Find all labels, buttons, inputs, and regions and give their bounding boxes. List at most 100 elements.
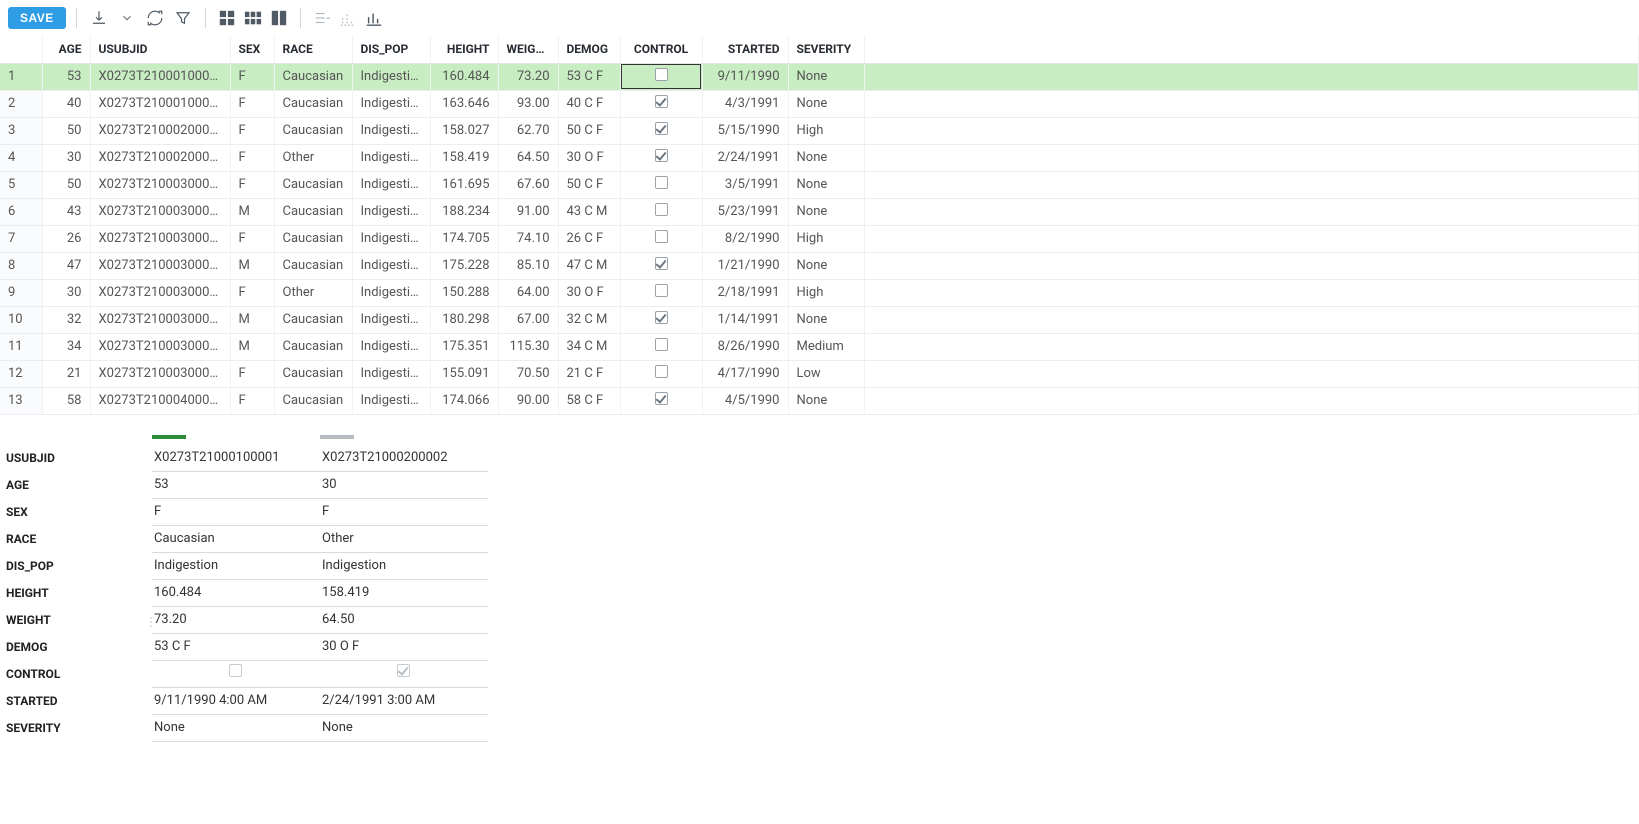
cell-started[interactable]: 8/26/1990 [702, 333, 788, 360]
cell-height[interactable]: 175.351 [430, 333, 498, 360]
cell-demog[interactable]: 53 C F [558, 63, 620, 90]
cell-weight[interactable]: 90.00 [498, 387, 558, 414]
cell-severity[interactable]: None [788, 63, 864, 90]
detail-cell[interactable]: Caucasian [152, 526, 320, 553]
row-number[interactable]: 8 [0, 252, 42, 279]
detail-cell[interactable] [152, 661, 320, 688]
cell-sex[interactable]: F [230, 279, 274, 306]
cell-control[interactable] [620, 171, 702, 198]
cell-started[interactable]: 8/2/1990 [702, 225, 788, 252]
detail-cell[interactable]: 64.50 [320, 607, 488, 634]
cell-race[interactable]: Other [274, 144, 352, 171]
cell-control[interactable] [620, 333, 702, 360]
cell-age[interactable]: 58 [42, 387, 90, 414]
layout-grid-3x2-icon[interactable] [242, 7, 264, 29]
cell-severity[interactable]: None [788, 90, 864, 117]
cell-race[interactable]: Caucasian [274, 225, 352, 252]
bar-chart-icon[interactable] [363, 7, 385, 29]
cell-severity[interactable]: High [788, 117, 864, 144]
cell-dispop[interactable]: Indigestion [352, 171, 430, 198]
cell-usubjid[interactable]: X0273T21000200002 [90, 144, 230, 171]
cell-sex[interactable]: F [230, 117, 274, 144]
detail-cell[interactable]: 158.419 [320, 580, 488, 607]
cell-dispop[interactable]: Indigestion [352, 225, 430, 252]
cell-height[interactable]: 188.234 [430, 198, 498, 225]
cell-age[interactable]: 40 [42, 90, 90, 117]
cell-blank[interactable] [864, 117, 1639, 144]
table-row[interactable]: 240X0273T21000100002FCaucasianIndigestio… [0, 90, 1639, 117]
cell-sex[interactable]: M [230, 306, 274, 333]
cell-dispop[interactable]: Indigestion [352, 333, 430, 360]
cell-blank[interactable] [864, 144, 1639, 171]
save-button[interactable]: SAVE [8, 7, 66, 29]
cell-severity[interactable]: Medium [788, 333, 864, 360]
cell-usubjid[interactable]: X0273T21000300003 [90, 225, 230, 252]
col-dispop[interactable]: DIS_POP [352, 36, 430, 63]
cell-weight[interactable]: 73.20 [498, 63, 558, 90]
table-row[interactable]: 550X0273T21000300001FCaucasianIndigestio… [0, 171, 1639, 198]
detail-cell[interactable]: None [152, 715, 320, 742]
cell-started[interactable]: 3/5/1991 [702, 171, 788, 198]
cell-age[interactable]: 34 [42, 333, 90, 360]
checkbox-icon[interactable] [655, 257, 668, 270]
cell-weight[interactable]: 115.30 [498, 333, 558, 360]
table-row[interactable]: 153X0273T21000100001FCaucasianIndigestio… [0, 63, 1639, 90]
cell-usubjid[interactable]: X0273T21000300006 [90, 306, 230, 333]
cell-usubjid[interactable]: X0273T21000400001 [90, 387, 230, 414]
cell-height[interactable]: 175.228 [430, 252, 498, 279]
row-number[interactable]: 12 [0, 360, 42, 387]
cell-sex[interactable]: F [230, 63, 274, 90]
cell-severity[interactable]: None [788, 144, 864, 171]
cell-usubjid[interactable]: X0273T21000100002 [90, 90, 230, 117]
cell-sex[interactable]: F [230, 360, 274, 387]
cell-severity[interactable]: High [788, 225, 864, 252]
cell-blank[interactable] [864, 387, 1639, 414]
table-row[interactable]: 1032X0273T21000300006MCaucasianIndigesti… [0, 306, 1639, 333]
table-row[interactable]: 847X0273T21000300004MCaucasianIndigestio… [0, 252, 1639, 279]
cell-weight[interactable]: 67.00 [498, 306, 558, 333]
cell-sex[interactable]: F [230, 144, 274, 171]
row-number[interactable]: 4 [0, 144, 42, 171]
cell-demog[interactable]: 47 C M [558, 252, 620, 279]
cell-control[interactable] [620, 306, 702, 333]
cell-blank[interactable] [864, 171, 1639, 198]
cell-age[interactable]: 50 [42, 171, 90, 198]
cell-usubjid[interactable]: X0273T21000300002 [90, 198, 230, 225]
row-number[interactable]: 1 [0, 63, 42, 90]
cell-control[interactable] [620, 63, 702, 90]
cell-sex[interactable]: F [230, 225, 274, 252]
cell-sex[interactable]: F [230, 90, 274, 117]
cell-race[interactable]: Caucasian [274, 171, 352, 198]
row-number[interactable]: 13 [0, 387, 42, 414]
row-number[interactable]: 2 [0, 90, 42, 117]
row-number[interactable]: 10 [0, 306, 42, 333]
cell-demog[interactable]: 30 O F [558, 279, 620, 306]
cell-race[interactable]: Caucasian [274, 63, 352, 90]
cell-blank[interactable] [864, 306, 1639, 333]
checkbox-icon[interactable] [655, 338, 668, 351]
row-number[interactable]: 5 [0, 171, 42, 198]
bar-chart-dim-icon[interactable] [337, 7, 359, 29]
cell-control[interactable] [620, 279, 702, 306]
cell-started[interactable]: 5/15/1990 [702, 117, 788, 144]
list-minus-icon[interactable] [311, 7, 333, 29]
checkbox-icon[interactable] [655, 230, 668, 243]
cell-blank[interactable] [864, 90, 1639, 117]
detail-cell[interactable]: 9/11/1990 4:00 AM [152, 688, 320, 715]
layout-grid-2col-icon[interactable] [268, 7, 290, 29]
checkbox-icon[interactable] [655, 122, 668, 135]
table-row[interactable]: 1134X0273T21000300007MCaucasianIndigesti… [0, 333, 1639, 360]
cell-usubjid[interactable]: X0273T21000100001 [90, 63, 230, 90]
detail-cell[interactable] [320, 661, 488, 688]
cell-dispop[interactable]: Indigestion [352, 387, 430, 414]
cell-race[interactable]: Caucasian [274, 387, 352, 414]
cell-race[interactable]: Caucasian [274, 252, 352, 279]
cell-blank[interactable] [864, 225, 1639, 252]
cell-height[interactable]: 180.298 [430, 306, 498, 333]
table-row[interactable]: 430X0273T21000200002FOtherIndigestion158… [0, 144, 1639, 171]
cell-height[interactable]: 161.695 [430, 171, 498, 198]
cell-weight[interactable]: 70.50 [498, 360, 558, 387]
table-row[interactable]: 643X0273T21000300002MCaucasianIndigestio… [0, 198, 1639, 225]
grip-icon[interactable]: ⋮ [145, 615, 157, 629]
cell-age[interactable]: 26 [42, 225, 90, 252]
